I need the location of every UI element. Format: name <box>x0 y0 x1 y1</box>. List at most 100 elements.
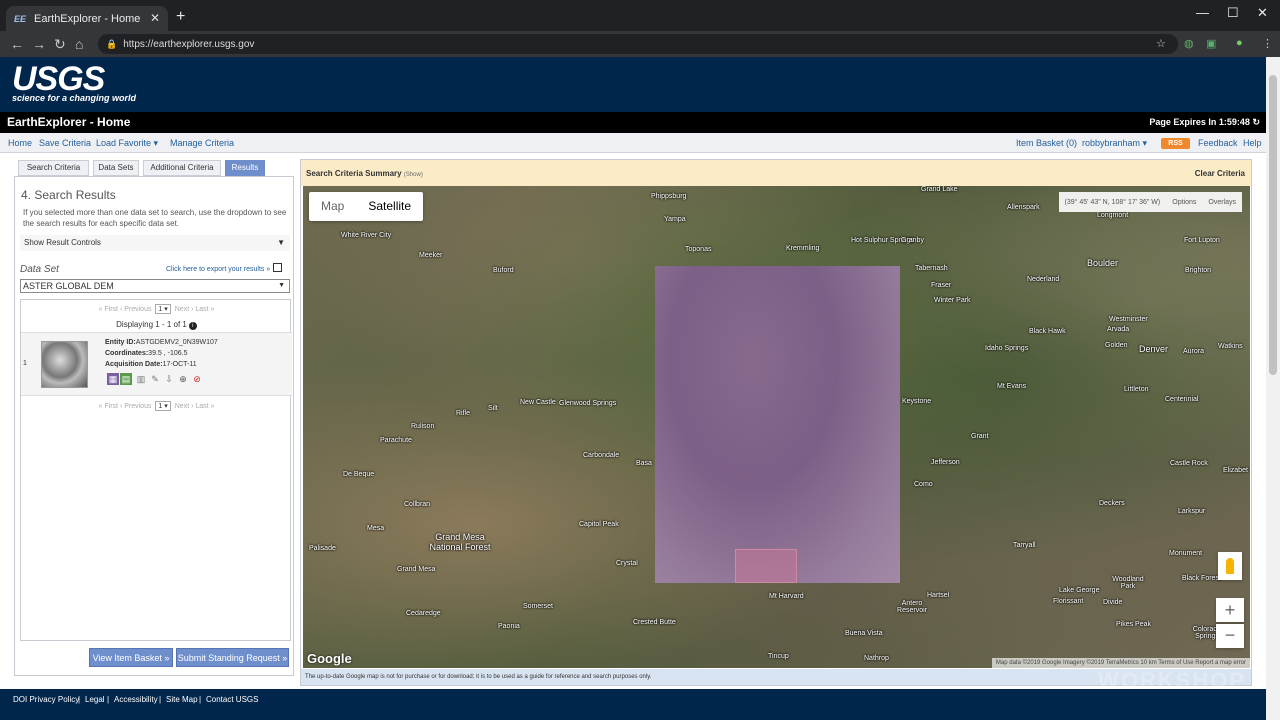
map-label: Mt Evans <box>997 383 1027 390</box>
browser-tab[interactable]: EE EarthExplorer - Home ✕ <box>6 6 168 31</box>
extension-2-icon[interactable]: ▣ <box>1206 37 1216 50</box>
pager-last[interactable]: Last » <box>195 306 214 313</box>
footprint-icon[interactable]: ▦ <box>107 373 119 385</box>
menu-user[interactable]: robbybranham ▾ <box>1082 138 1147 149</box>
pager-first[interactable]: « First <box>99 306 118 313</box>
footer-accessibility-link[interactable]: Accessibility <box>114 695 158 704</box>
rss-icon[interactable]: RSS <box>1161 138 1190 149</box>
map-label: Grand Lake <box>921 186 958 193</box>
bookmark-star-icon[interactable]: ☆ <box>1156 37 1166 50</box>
page-expires: Page Expires In 1:59:48 ↻ <box>1149 117 1260 127</box>
menu-save-criteria[interactable]: Save Criteria <box>39 138 91 148</box>
map-label: Como <box>914 481 933 488</box>
map-overlays-button[interactable]: Overlays <box>1202 199 1242 206</box>
show-result-controls[interactable]: Show Result Controls ▼ <box>20 235 290 251</box>
pager-last[interactable]: Last » <box>195 403 214 410</box>
compare-icon[interactable]: ▥ <box>135 373 147 385</box>
metadata-icon[interactable]: ✎ <box>149 373 161 385</box>
address-bar-row: ← → ↻ ⌂ 🔒 https://earthexplorer.usgs.gov… <box>0 31 1280 57</box>
map-label: Pikes Peak <box>1116 621 1152 628</box>
result-number: 1 <box>23 360 27 367</box>
pager-first[interactable]: « First <box>99 403 118 410</box>
menu-load-favorite[interactable]: Load Favorite ▾ <box>96 138 158 149</box>
dataset-select[interactable]: ASTER GLOBAL DEM ▼ <box>20 279 290 293</box>
pager-prev[interactable]: ‹ Previous <box>120 403 152 410</box>
menu-manage-criteria[interactable]: Manage Criteria <box>170 138 234 148</box>
map-type-satellite-button[interactable]: Satellite <box>356 192 423 221</box>
back-icon[interactable]: ← <box>10 36 24 52</box>
tab-data-sets[interactable]: Data Sets <box>93 160 139 176</box>
map-label: Rifle <box>456 410 471 417</box>
maximize-icon[interactable]: ☐ <box>1227 5 1239 21</box>
results-list: « First ‹ Previous 1 ▾ Next › Last » Dis… <box>20 299 292 641</box>
tab-results[interactable]: Results <box>225 160 265 176</box>
profile-avatar-icon[interactable]: ● <box>1236 37 1243 49</box>
map-label: New Castle <box>520 399 556 406</box>
zoom-in-button[interactable]: + <box>1216 598 1244 622</box>
reload-icon[interactable]: ↻ <box>54 36 66 53</box>
map-label: Deckers <box>1099 500 1125 507</box>
map-label: Westminster <box>1109 316 1148 323</box>
export-results-link[interactable]: Click here to export your results » <box>166 263 283 273</box>
footer-sitemap-link[interactable]: Site Map <box>166 695 198 704</box>
map-options-button[interactable]: Options <box>1166 199 1202 206</box>
pager-next[interactable]: Next › <box>175 403 194 410</box>
map-label: Yampa <box>664 216 686 223</box>
usgs-logo[interactable]: USGS science for a changing world <box>12 62 136 103</box>
tab-additional-criteria[interactable]: Additional Criteria <box>143 160 221 176</box>
selected-area-overlay <box>735 549 797 583</box>
pager-bottom: « First ‹ Previous 1 ▾ Next › Last » <box>21 401 292 411</box>
pager-page-select[interactable]: 1 ▾ <box>155 401 171 411</box>
footer-bottom-strip <box>0 709 1266 720</box>
pager-prev[interactable]: ‹ Previous <box>120 306 152 313</box>
page-title: EarthExplorer - Home <box>7 115 131 129</box>
extension-icon[interactable]: ◍ <box>1184 37 1194 50</box>
scrollbar-thumb[interactable] <box>1269 75 1277 375</box>
footer-legal-link[interactable]: Legal <box>85 695 105 704</box>
new-tab-icon[interactable]: + <box>176 8 185 26</box>
map-type-map-button[interactable]: Map <box>309 192 356 221</box>
footer-contact-link[interactable]: Contact USGS <box>206 695 258 704</box>
result-thumbnail[interactable] <box>41 341 88 388</box>
menu-item-basket[interactable]: Item Basket (0) <box>1016 138 1077 148</box>
minimize-icon[interactable]: — <box>1196 5 1209 20</box>
footer-privacy-link[interactable]: DOI Privacy Policy <box>13 695 79 704</box>
close-window-icon[interactable]: ✕ <box>1257 5 1268 21</box>
menu-feedback[interactable]: Feedback <box>1198 138 1238 148</box>
map-label: Cedaredge <box>406 610 441 617</box>
clear-criteria-link[interactable]: Clear Criteria <box>1195 169 1245 178</box>
menu-help[interactable]: Help <box>1243 138 1262 148</box>
satellite-map[interactable]: Phippsburg Yampa Toponas Kremmling Hot S… <box>303 186 1250 668</box>
map-label: Antero Reservoir <box>897 600 927 614</box>
add-to-basket-icon[interactable]: ⊕ <box>177 373 189 385</box>
map-label: Divide <box>1103 599 1123 606</box>
map-label: Arvada <box>1107 326 1130 333</box>
pager-next[interactable]: Next › <box>175 306 194 313</box>
map-label: Capitol Peak <box>579 521 619 528</box>
url-field[interactable]: 🔒 https://earthexplorer.usgs.gov <box>98 34 1178 54</box>
title-bar: EarthExplorer - Home Page Expires In 1:5… <box>0 112 1266 133</box>
page-scrollbar[interactable] <box>1266 57 1280 720</box>
zoom-out-button[interactable]: − <box>1216 624 1244 648</box>
view-item-basket-button[interactable]: View Item Basket » <box>89 648 173 667</box>
map-label: Jefferson <box>931 459 960 466</box>
street-view-pegman-icon[interactable] <box>1218 552 1242 580</box>
info-icon[interactable]: i <box>188 322 197 330</box>
summary-title[interactable]: Search Criteria Summary (Show) <box>306 169 423 178</box>
tab-search-criteria[interactable]: Search Criteria <box>18 160 89 176</box>
browse-overlay-icon[interactable]: ▤ <box>120 373 132 385</box>
close-tab-icon[interactable]: ✕ <box>150 11 160 25</box>
menu-home[interactable]: Home <box>8 138 32 148</box>
pager-top: « First ‹ Previous 1 ▾ Next › Last » <box>21 304 292 314</box>
pager-page-select[interactable]: 1 ▾ <box>155 304 171 314</box>
submit-standing-request-button[interactable]: Submit Standing Request » <box>176 648 289 667</box>
map-attribution: Map data ©2019 Google Imagery ©2019 Terr… <box>991 658 1250 668</box>
home-icon[interactable]: ⌂ <box>75 36 83 52</box>
menu-dots-icon[interactable]: ⋮ <box>1262 37 1273 50</box>
map-label: Longmont <box>1097 212 1129 219</box>
map-label: Keystone <box>902 398 932 405</box>
exclude-icon[interactable]: ⊘ <box>191 373 203 385</box>
map-label: Grant <box>971 433 989 440</box>
download-icon[interactable]: ⇩ <box>163 373 175 385</box>
forward-icon[interactable]: → <box>32 36 46 52</box>
